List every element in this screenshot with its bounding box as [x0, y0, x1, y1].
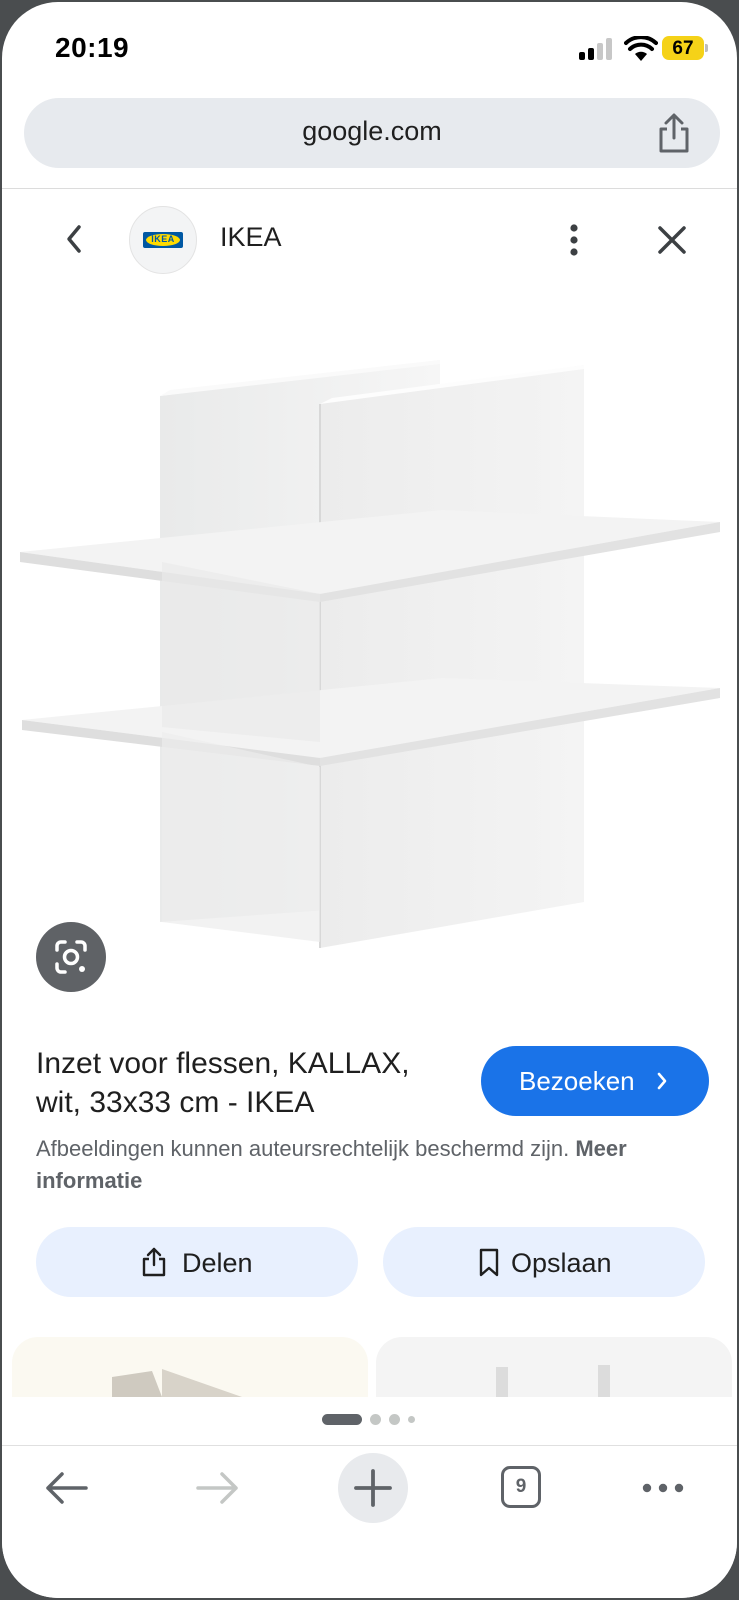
cellular-signal-icon [579, 38, 615, 60]
close-icon[interactable] [652, 220, 692, 260]
chevron-right-icon [657, 1072, 667, 1090]
google-lens-button[interactable] [36, 922, 106, 992]
shelf-insert-illustration [20, 360, 720, 948]
more-vert-icon[interactable] [559, 218, 589, 262]
tabs-button[interactable]: 9 [501, 1466, 541, 1508]
forward-arrow-icon[interactable] [194, 1468, 242, 1508]
share-icon [142, 1247, 166, 1277]
status-time: 20:19 [55, 32, 130, 63]
plus-icon [354, 1469, 392, 1507]
site-logo: IKEA [129, 206, 197, 274]
related-result-card[interactable] [12, 1337, 368, 1397]
page-indicator [2, 1414, 737, 1428]
save-label: Opslaan [511, 1248, 612, 1278]
wifi-icon [624, 36, 658, 61]
back-chevron-icon[interactable] [54, 217, 94, 261]
related-thumbnail [496, 1365, 610, 1397]
google-lens-icon [55, 940, 87, 974]
phone-screen: 20:19 67 google.com IKEA IKEA Inzet voor… [2, 2, 737, 1598]
related-thumbnail [112, 1369, 242, 1397]
visit-label: Bezoeken [519, 1066, 635, 1096]
share-label: Delen [182, 1248, 253, 1278]
back-arrow-icon[interactable] [42, 1468, 90, 1508]
share-icon[interactable] [652, 111, 696, 155]
site-name[interactable]: IKEA [220, 222, 282, 253]
new-tab-button[interactable] [338, 1453, 408, 1523]
result-title[interactable]: Inzet voor flessen, KALLAX, wit, 33x33 c… [36, 1044, 456, 1122]
more-horiz-icon[interactable] [638, 1475, 688, 1501]
logo-text: IKEA [151, 234, 175, 244]
share-button[interactable]: Delen [36, 1227, 358, 1297]
copyright-notice: Afbeeldingen kunnen auteursrechtelijk be… [36, 1133, 696, 1197]
address-domain[interactable]: google.com [24, 116, 720, 147]
save-button[interactable]: Opslaan [383, 1227, 705, 1297]
visit-button[interactable]: Bezoeken [481, 1046, 709, 1116]
product-image[interactable] [2, 292, 737, 1017]
status-bar: 20:19 67 [2, 2, 737, 92]
address-bar[interactable]: google.com [24, 98, 720, 168]
battery-level: 67 [672, 38, 694, 59]
header-divider [2, 188, 737, 189]
battery-indicator: 67 [662, 36, 708, 60]
related-result-card[interactable] [376, 1337, 732, 1397]
copyright-text: Afbeeldingen kunnen auteursrechtelijk be… [36, 1136, 570, 1161]
bookmark-icon [479, 1248, 499, 1277]
